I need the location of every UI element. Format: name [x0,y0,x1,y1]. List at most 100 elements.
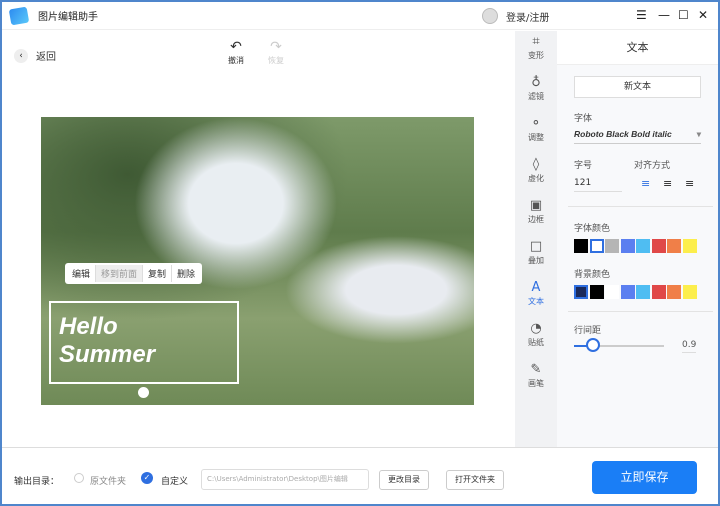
app-logo-icon [8,6,30,25]
tool-label: 文本 [528,297,544,306]
tool-label: 虚化 [528,174,544,183]
color-swatch[interactable] [620,239,635,253]
tool-overlay[interactable]: □ 叠加 [515,236,557,277]
font-label: 字体 [574,114,593,124]
redo-icon: ↷ [270,39,282,55]
color-swatch[interactable] [682,285,697,299]
tool-drop[interactable]: ◊ 虚化 [515,154,557,195]
color-swatch[interactable] [651,239,666,253]
tool-label: 画笔 [528,379,544,388]
text-context-menu: 编辑 移到前面 复制 删除 [65,263,203,284]
radio-original[interactable] [74,473,84,483]
rotate-handle[interactable] [138,387,149,398]
divider [568,206,713,207]
menu-bring-front[interactable]: 移到前面 [96,265,144,282]
tool-label: 滤镜 [528,92,544,101]
dropdown-arrow-icon: ▾ [696,129,701,139]
login-label: 登录/注册 [506,12,550,24]
color-swatch[interactable] [574,239,588,253]
color-swatch[interactable] [636,239,650,253]
font-color-label: 字体颜色 [574,224,611,234]
close-icon[interactable]: ✕ [698,8,708,22]
app-window: 图片编辑助手 登录/注册 ☰ — ☐ ✕ ‹ 返回 ↶ 撤消 ↷ 恢复 编辑 移到前面… [2,2,718,504]
color-swatch[interactable] [667,285,681,299]
output-label: 输出目录： [14,477,60,487]
color-swatch[interactable] [651,285,666,299]
back-button[interactable]: ‹ 返回 [14,48,56,63]
align-label: 对齐方式 [634,161,671,171]
tool-label: 调整 [528,133,544,142]
radio-custom-label[interactable]: 自定义 [161,474,188,487]
tool-flask[interactable]: ♁ 滤镜 [515,72,557,113]
back-label: 返回 [36,52,56,63]
menu-delete[interactable]: 删除 [172,265,200,282]
title-bar: 图片编辑助手 登录/注册 ☰ — ☐ ✕ [2,2,718,30]
text-line: Summer [59,341,156,368]
menu-icon[interactable]: ☰ [636,8,647,22]
font-size-input[interactable]: 121 [574,178,622,192]
panel-title: 文本 [557,31,718,65]
menu-edit[interactable]: 编辑 [67,265,97,282]
color-swatch[interactable] [667,239,681,253]
divider [568,311,713,312]
align-left-icon[interactable]: ≡ [641,177,650,190]
color-swatch[interactable] [682,239,697,253]
photo-preview[interactable]: 编辑 移到前面 复制 删除 Hello Summer [41,117,474,405]
sticker-icon: ◔ [530,321,542,336]
line-spacing-value[interactable]: 0.9 [682,340,697,353]
color-swatch[interactable] [574,285,588,299]
color-swatch[interactable] [589,285,604,299]
align-center-icon[interactable]: ≡ [663,177,672,190]
tool-brush[interactable]: ✎ 画笔 [515,359,557,400]
font-select[interactable]: Roboto Black Bold italic ▾ [574,129,701,144]
undo-icon: ↶ [230,39,242,55]
login-button[interactable]: 登录/注册 [482,8,549,24]
radio-original-label[interactable]: 原文件夹 [90,474,126,487]
color-swatch[interactable] [636,285,650,299]
output-path-input[interactable]: C:\Users\Administrator\Desktop\图片编辑 [201,469,369,490]
overlay-icon: □ [529,239,543,254]
slider-knob[interactable] [586,338,600,352]
new-text-button[interactable]: 新文本 [574,76,701,98]
radio-custom-checked-icon[interactable]: ✓ [141,472,153,484]
undo-label: 撤消 [228,56,244,65]
menu-copy[interactable]: 复制 [143,265,173,282]
canvas-area: ‹ 返回 ↶ 撤消 ↷ 恢复 编辑 移到前面 复制 删除 Hello Summer [2,31,515,447]
open-folder-button[interactable]: 打开文件夹 [446,470,504,490]
brush-icon: ✎ [530,362,542,377]
color-swatch[interactable] [605,285,619,299]
bottom-bar: 输出目录： 原文件夹 ✓ 自定义 C:\Users\Administrator\… [2,447,718,504]
tool-text[interactable]: A 文本 [515,277,557,318]
tool-sticker[interactable]: ◔ 贴纸 [515,318,557,359]
text-panel: 文本 新文本 字体 Roboto Black Bold italic ▾ 字号 对… [557,31,718,447]
color-swatch[interactable] [605,239,619,253]
text-icon: A [531,280,541,295]
minimize-icon[interactable]: — [658,8,670,22]
redo-label: 恢复 [268,56,284,65]
tool-label: 边框 [528,215,544,224]
color-swatch[interactable] [589,239,604,253]
tool-adjust[interactable]: ⚬ 调整 [515,113,557,154]
tool-label: 变形 [528,51,544,60]
frame-icon: ▣ [529,198,543,213]
undo-button[interactable]: ↶ 撤消 [228,39,244,66]
change-dir-button[interactable]: 更改目录 [379,470,429,490]
tool-strip: ⌗ 变形 ♁ 滤镜 ⚬ 调整 ◊ 虚化 ▣ 边框 □ 叠加 A 文本 ◔ 贴纸 ✎ 画笔 [515,31,557,447]
redo-button[interactable]: ↷ 恢复 [268,39,284,66]
bg-color-label: 背景颜色 [574,270,611,280]
save-button[interactable]: 立即保存 [592,461,697,494]
color-swatch[interactable] [620,285,635,299]
tool-label: 叠加 [528,256,544,265]
tool-crop[interactable]: ⌗ 变形 [515,31,557,72]
line-spacing-label: 行间距 [574,326,602,336]
font-value: Roboto Black Bold italic [574,129,672,139]
app-title: 图片编辑助手 [38,12,98,23]
text-layer[interactable]: Hello Summer [59,313,155,369]
align-right-icon[interactable]: ≡ [685,177,694,190]
adjust-icon: ⚬ [530,116,542,131]
chevron-left-icon: ‹ [14,48,28,63]
tool-frame[interactable]: ▣ 边框 [515,195,557,236]
maximize-icon[interactable]: ☐ [678,8,689,22]
crop-icon: ⌗ [532,34,540,49]
drop-icon: ◊ [532,157,540,172]
